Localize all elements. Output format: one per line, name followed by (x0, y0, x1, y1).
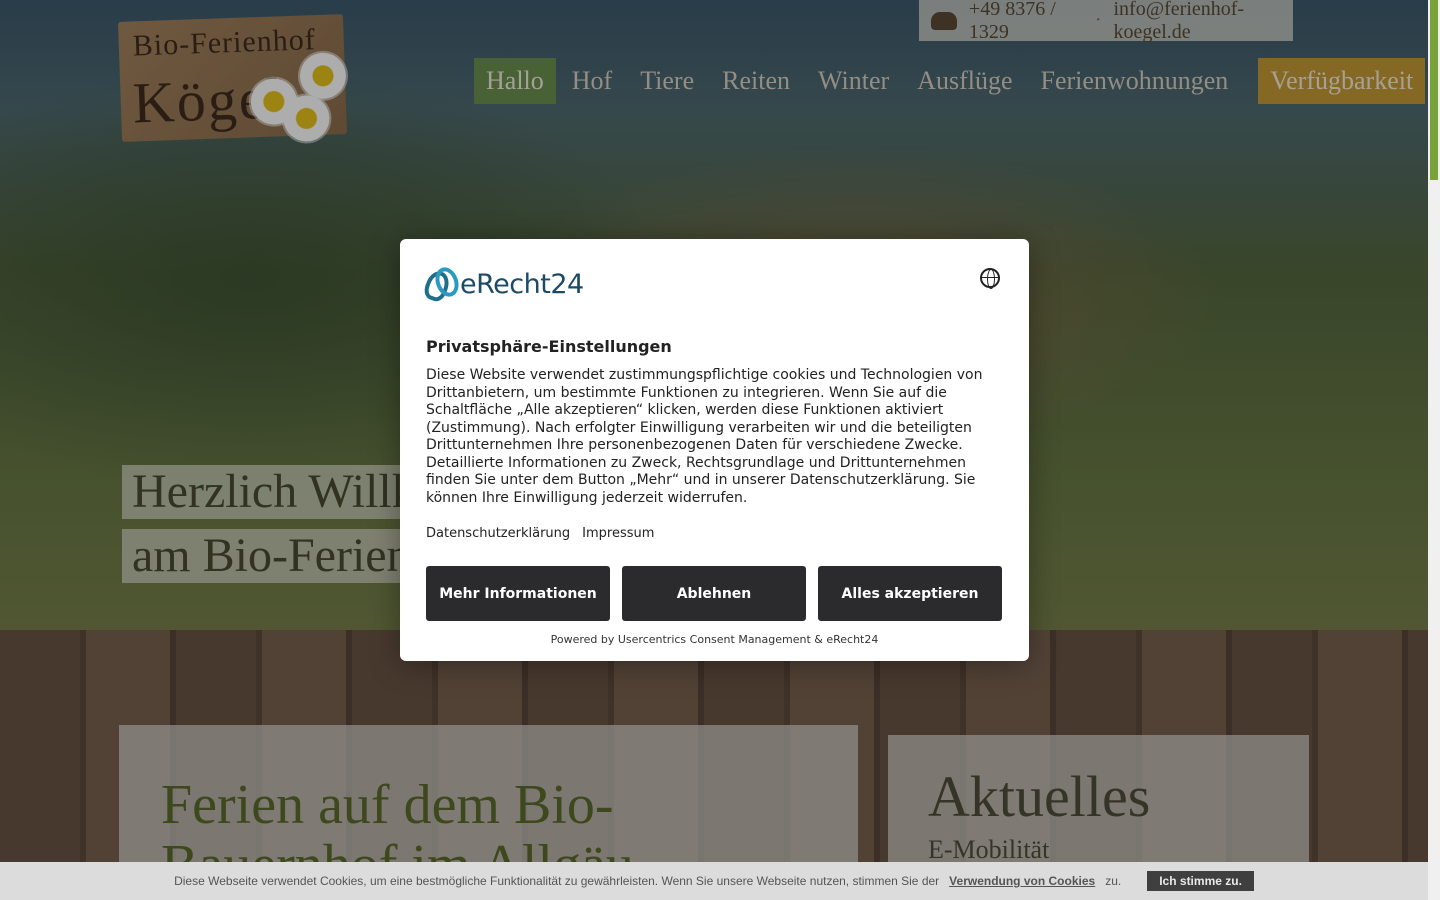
consent-description: Diese Website verwendet zustimmungspflic… (426, 367, 983, 506)
scrollbar-thumb[interactable] (1430, 0, 1438, 180)
cookie-notice-suffix: zu. (1105, 874, 1122, 888)
cookie-notice-bar: Diese Webseite verwendet Cookies, um ein… (0, 862, 1428, 900)
erecht24-logo-icon (421, 264, 463, 304)
more-info-button[interactable]: Mehr Informationen (426, 566, 610, 621)
cookie-agree-button[interactable]: Ich stimme zu. (1147, 871, 1254, 891)
powered-by-text: Powered by Usercentrics Consent Manageme… (550, 633, 879, 646)
consent-title: Privatsphäre-Einstellungen (426, 337, 672, 356)
accept-all-button[interactable]: Alles akzeptieren (818, 566, 1002, 621)
consent-dialog: eRecht24 Privatsphäre-Einstellungen Dies… (400, 239, 1029, 661)
privacy-policy-link[interactable]: Datenschutzerklärung (426, 526, 570, 541)
globe-icon[interactable] (980, 268, 1000, 289)
erecht24-logo: eRecht24 (421, 264, 584, 304)
page-scrollbar[interactable] (1428, 0, 1440, 900)
consent-links: Datenschutzerklärung Impressum (426, 526, 654, 541)
cookie-notice-text: Diese Webseite verwendet Cookies, um ein… (174, 874, 940, 888)
imprint-link[interactable]: Impressum (582, 526, 654, 541)
erecht24-brand-name: eRecht24 (460, 268, 584, 300)
deny-button[interactable]: Ablehnen (622, 566, 806, 621)
cookie-policy-link[interactable]: Verwendung von Cookies (949, 874, 1095, 888)
